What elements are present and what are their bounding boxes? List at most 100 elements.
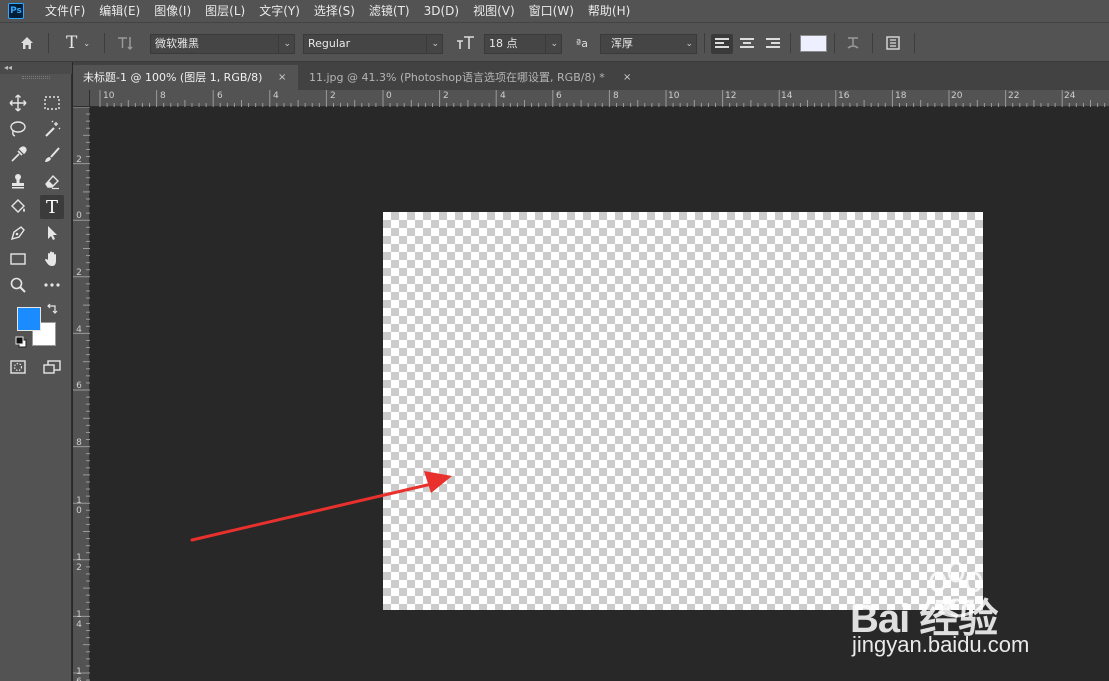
ruler-h-label: 0 [386,91,392,101]
move-tool-icon[interactable] [6,91,30,115]
path-selection-tool-icon[interactable] [40,221,64,245]
chevron-down-icon: ⌄ [550,39,558,49]
collapse-panel-icon[interactable]: ◂◂ [0,62,72,74]
screen-mode-icon[interactable] [40,355,64,379]
zoom-tool-icon[interactable] [6,273,30,297]
font-style-value: Regular [308,37,351,50]
orientation-toggle-icon[interactable] [112,23,138,63]
warp-text-icon[interactable] [840,23,866,63]
ruler-h-label: 14 [781,91,793,101]
ruler-h-label: 4 [500,91,506,101]
baidu-jingyan-watermark: Bai 经验 jingyan.baidu.com [840,560,1100,670]
close-icon[interactable]: × [623,65,631,90]
type-tool-icon: T [65,33,78,53]
eyedropper-tool-icon[interactable] [6,143,30,167]
ruler-v-label: 10 [76,496,82,516]
menu-help[interactable]: 帮助(H) [581,0,637,22]
menu-type[interactable]: 文字(Y) [252,0,307,22]
tools-panel: ◂◂ T [0,62,72,681]
ruler-h-label: 2 [330,91,336,101]
separator [104,33,105,53]
default-colors-icon[interactable] [14,335,28,349]
font-size-value: 18 点 [489,37,518,50]
ruler-v-label: 8 [76,438,82,448]
ruler-v-label: 2 [76,268,82,278]
horizontal-ruler[interactable]: 10 8 6 4 2 0 2 4 6 8 10 12 14 16 18 20 2… [90,90,1109,107]
character-panel-icon[interactable] [880,23,906,63]
close-icon[interactable]: × [278,65,286,90]
foreground-color-swatch[interactable] [17,307,41,331]
marquee-tool-icon[interactable] [40,91,64,115]
antialias-select[interactable]: 浑厚 ⌄ [600,34,697,54]
separator [872,33,873,53]
ruler-v-label: 12 [76,553,82,573]
align-right-button[interactable] [762,34,784,54]
transparent-document-canvas[interactable] [383,212,983,610]
menu-edit[interactable]: 编辑(E) [92,0,147,22]
menu-view[interactable]: 视图(V) [466,0,522,22]
brush-tool-icon[interactable] [40,143,64,167]
ruler-h-label: 8 [613,91,619,101]
stamp-tool-icon[interactable] [6,169,30,193]
ruler-h-label: 18 [895,91,907,101]
ruler-h-label: 6 [217,91,223,101]
separator [790,33,791,53]
ruler-v-label: 6 [76,381,82,391]
ruler-v-label: 16 [76,667,82,681]
ruler-h-label: 12 [725,91,737,101]
ruler-v-label: 14 [76,610,82,630]
options-bar: T ⌄ 微软雅黑 ⌄ Regular ⌄ 18 点 ⌄ ªa 浑厚 ⌄ [0,22,1109,62]
ruler-v-label: 2 [76,155,82,165]
swap-colors-icon[interactable] [45,302,59,316]
ruler-h-label: 2 [443,91,449,101]
hand-tool-icon[interactable] [40,247,64,271]
separator [834,33,835,53]
font-size-select[interactable]: 18 点 ⌄ [484,34,562,54]
panel-grip[interactable] [22,76,50,79]
chevron-down-icon: ⌄ [431,39,439,49]
align-left-button[interactable] [711,34,733,54]
menu-select[interactable]: 选择(S) [307,0,362,22]
text-color-swatch[interactable] [800,35,827,52]
align-center-button[interactable] [736,34,758,54]
font-family-value: 微软雅黑 [155,37,199,50]
more-tools-icon[interactable] [40,273,64,297]
menu-window[interactable]: 窗口(W) [522,0,581,22]
ruler-h-label: 16 [838,91,850,101]
ruler-h-label: 20 [951,91,963,101]
ruler-origin[interactable] [73,90,90,107]
menu-file[interactable]: 文件(F) [38,0,92,22]
separator [48,33,49,53]
ruler-v-label: 4 [76,325,82,335]
ruler-v-label: 0 [76,211,82,221]
ruler-h-label: 6 [556,91,562,101]
menu-layer[interactable]: 图层(L) [198,0,252,22]
quick-mask-icon[interactable] [6,355,30,379]
ruler-h-label: 22 [1008,91,1020,101]
menu-image[interactable]: 图像(I) [147,0,198,22]
chevron-down-icon: ⌄ [283,39,291,49]
rectangle-tool-icon[interactable] [6,247,30,271]
font-style-select[interactable]: Regular ⌄ [303,34,443,54]
tab-11-jpg[interactable]: 11.jpg @ 41.3% (Photoshop语言选项在哪设置, RGB/8… [299,65,641,90]
antialias-value: 浑厚 [611,37,633,50]
pen-tool-icon[interactable] [6,221,30,245]
lasso-tool-icon[interactable] [6,117,30,141]
tab-untitled-1[interactable]: 未标题-1 @ 100% (图层 1, RGB/8) × [73,65,298,90]
type-tool-icon[interactable]: T [40,195,64,219]
photoshop-logo: Ps [8,3,24,19]
paint-bucket-tool-icon[interactable] [6,195,30,219]
separator [914,33,915,53]
home-icon[interactable] [14,23,40,63]
font-family-select[interactable]: 微软雅黑 ⌄ [150,34,295,54]
ruler-h-label: 4 [273,91,279,101]
magic-wand-tool-icon[interactable] [40,117,64,141]
document-tab-bar: 未标题-1 @ 100% (图层 1, RGB/8) × 11.jpg @ 41… [73,62,1109,90]
tool-preset-picker[interactable]: T ⌄ [58,23,98,63]
font-size-icon [454,23,478,63]
vertical-ruler[interactable]: 2 0 2 4 6 8 10 12 14 16 [73,107,90,681]
eraser-tool-icon[interactable] [40,169,64,193]
menu-filter[interactable]: 滤镜(T) [362,0,417,22]
ruler-h-label: 24 [1064,91,1076,101]
menu-3d[interactable]: 3D(D) [417,0,466,22]
